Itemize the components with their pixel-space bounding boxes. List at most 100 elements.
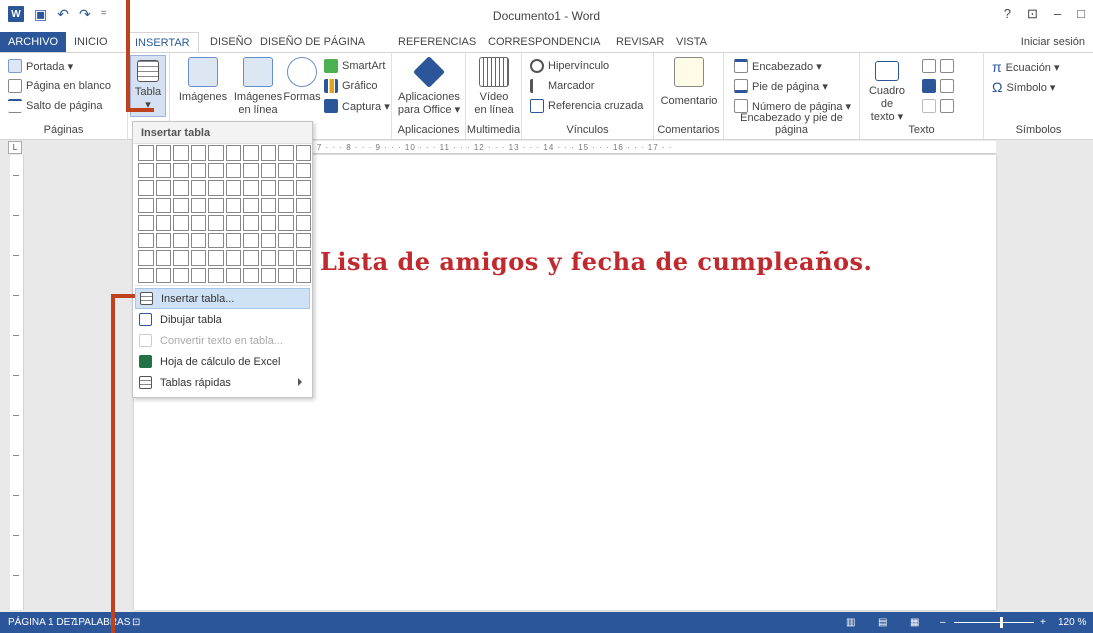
tab-vista[interactable]: VISTA <box>668 32 715 52</box>
convertir-texto-en-tabla-menu-item[interactable]: Convertir texto en tabla... <box>135 330 310 351</box>
table-grid-cell[interactable] <box>155 197 171 213</box>
dibujar-tabla-menu-item[interactable]: Dibujar tabla <box>135 309 310 330</box>
table-grid-cell[interactable] <box>138 267 154 283</box>
table-grid-cell[interactable] <box>190 180 206 196</box>
table-grid-cell[interactable] <box>295 250 311 266</box>
aplicaciones-para-office-button[interactable]: Aplicaciones para Office ▾ <box>396 56 462 117</box>
restore-button[interactable]: □ <box>1077 6 1085 22</box>
vertical-ruler[interactable] <box>10 155 24 610</box>
table-grid-cell[interactable] <box>295 267 311 283</box>
insertar-tabla-menu-item[interactable]: Insertar tabla... <box>135 288 310 309</box>
tab-inicio[interactable]: INICIO <box>66 32 116 52</box>
minimize-button[interactable]: – <box>1054 6 1061 22</box>
table-grid-cell[interactable] <box>278 215 294 231</box>
table-grid-cell[interactable] <box>138 250 154 266</box>
table-grid-cell[interactable] <box>260 250 276 266</box>
table-grid-cell[interactable] <box>155 162 171 178</box>
simbolo-button[interactable]: Ω Símbolo ▾ <box>992 79 1055 95</box>
tab-selector[interactable]: L <box>8 141 22 154</box>
tab-correspondencia[interactable]: CORRESPONDENCIA <box>480 32 608 52</box>
table-grid-cell[interactable] <box>208 232 224 248</box>
pie-de-pagina-button[interactable]: Pie de página ▾ <box>734 79 828 93</box>
zoom-in-button[interactable]: + <box>1040 612 1046 633</box>
table-grid-cell[interactable] <box>190 145 206 161</box>
table-grid-cell[interactable] <box>155 250 171 266</box>
zoom-slider[interactable] <box>954 622 1034 623</box>
captura-button[interactable]: Captura ▾ <box>324 99 390 113</box>
table-grid-cell[interactable] <box>138 232 154 248</box>
table-grid-cell[interactable] <box>295 197 311 213</box>
table-grid-cell[interactable] <box>155 145 171 161</box>
imagenes-button[interactable]: Imágenes <box>176 57 230 104</box>
table-grid-cell[interactable] <box>243 232 259 248</box>
read-mode-icon[interactable]: ▥ <box>846 612 855 633</box>
table-grid-cell[interactable] <box>208 145 224 161</box>
table-grid-cell[interactable] <box>295 232 311 248</box>
table-grid-cell[interactable] <box>155 215 171 231</box>
table-grid-cell[interactable] <box>260 267 276 283</box>
table-grid-cell[interactable] <box>278 180 294 196</box>
table-size-grid[interactable] <box>138 145 311 283</box>
tab-diseno-de-pagina[interactable]: DISEÑO DE PÁGINA <box>252 32 373 52</box>
table-grid-cell[interactable] <box>243 162 259 178</box>
comentario-button[interactable]: Comentario <box>656 57 722 108</box>
table-grid-cell[interactable] <box>138 162 154 178</box>
table-grid-cell[interactable] <box>173 197 189 213</box>
table-grid-cell[interactable] <box>190 232 206 248</box>
table-grid-cell[interactable] <box>278 162 294 178</box>
table-grid-cell[interactable] <box>173 162 189 178</box>
hipervinculo-button[interactable]: Hipervínculo <box>530 59 609 73</box>
zoom-slider-thumb[interactable] <box>1000 617 1003 628</box>
formas-button[interactable]: Formas <box>282 57 322 104</box>
table-grid-cell[interactable] <box>278 197 294 213</box>
table-grid-cell[interactable] <box>225 215 241 231</box>
table-grid-cell[interactable] <box>138 215 154 231</box>
table-grid-cell[interactable] <box>225 145 241 161</box>
zoom-out-button[interactable]: – <box>940 612 946 633</box>
table-grid-cell[interactable] <box>138 180 154 196</box>
document-heading[interactable]: Lista de amigos y fecha de cumpleaños. <box>320 247 872 276</box>
table-grid-cell[interactable] <box>155 267 171 283</box>
table-grid-cell[interactable] <box>173 250 189 266</box>
table-grid-cell[interactable] <box>260 162 276 178</box>
portada-button[interactable]: Portada ▾ <box>8 59 73 73</box>
zoom-level[interactable]: 120 % <box>1058 612 1086 633</box>
table-grid-cell[interactable] <box>260 232 276 248</box>
table-grid-cell[interactable] <box>208 267 224 283</box>
numero-de-pagina-button[interactable]: Número de página ▾ <box>734 99 851 113</box>
table-grid-cell[interactable] <box>260 180 276 196</box>
table-grid-cell[interactable] <box>243 145 259 161</box>
tab-insertar[interactable]: INSERTAR <box>126 32 199 52</box>
pagina-en-blanco-button[interactable]: Página en blanco <box>8 79 111 93</box>
table-grid-cell[interactable] <box>208 162 224 178</box>
signin-link[interactable]: Iniciar sesión <box>1021 32 1085 52</box>
table-grid-cell[interactable] <box>190 267 206 283</box>
web-layout-icon[interactable]: ▦ <box>910 612 919 633</box>
table-grid-cell[interactable] <box>225 267 241 283</box>
table-grid-cell[interactable] <box>225 250 241 266</box>
table-grid-cell[interactable] <box>155 180 171 196</box>
table-grid-cell[interactable] <box>225 232 241 248</box>
quick-parts-icon[interactable] <box>922 59 954 73</box>
smartart-button[interactable]: SmartArt <box>324 59 385 73</box>
table-grid-cell[interactable] <box>173 145 189 161</box>
table-grid-cell[interactable] <box>138 197 154 213</box>
table-grid-cell[interactable] <box>190 250 206 266</box>
table-grid-cell[interactable] <box>155 232 171 248</box>
table-grid-cell[interactable] <box>278 232 294 248</box>
table-grid-cell[interactable] <box>225 180 241 196</box>
table-grid-cell[interactable] <box>260 215 276 231</box>
table-grid-cell[interactable] <box>243 267 259 283</box>
hoja-de-calculo-excel-menu-item[interactable]: Hoja de cálculo de Excel <box>135 351 310 372</box>
tab-referencias[interactable]: REFERENCIAS <box>390 32 484 52</box>
cuadro-de-texto-button[interactable]: Cuadro de texto ▾ <box>862 61 912 124</box>
encabezado-button[interactable]: Encabezado ▾ <box>734 59 822 73</box>
table-grid-cell[interactable] <box>208 197 224 213</box>
word-count[interactable]: 7 PALABRAS <box>70 612 130 633</box>
referencia-cruzada-button[interactable]: Referencia cruzada <box>530 99 643 113</box>
table-grid-cell[interactable] <box>225 162 241 178</box>
table-grid-cell[interactable] <box>243 250 259 266</box>
table-grid-cell[interactable] <box>243 215 259 231</box>
print-layout-icon[interactable]: ▤ <box>878 612 887 633</box>
table-grid-cell[interactable] <box>260 197 276 213</box>
